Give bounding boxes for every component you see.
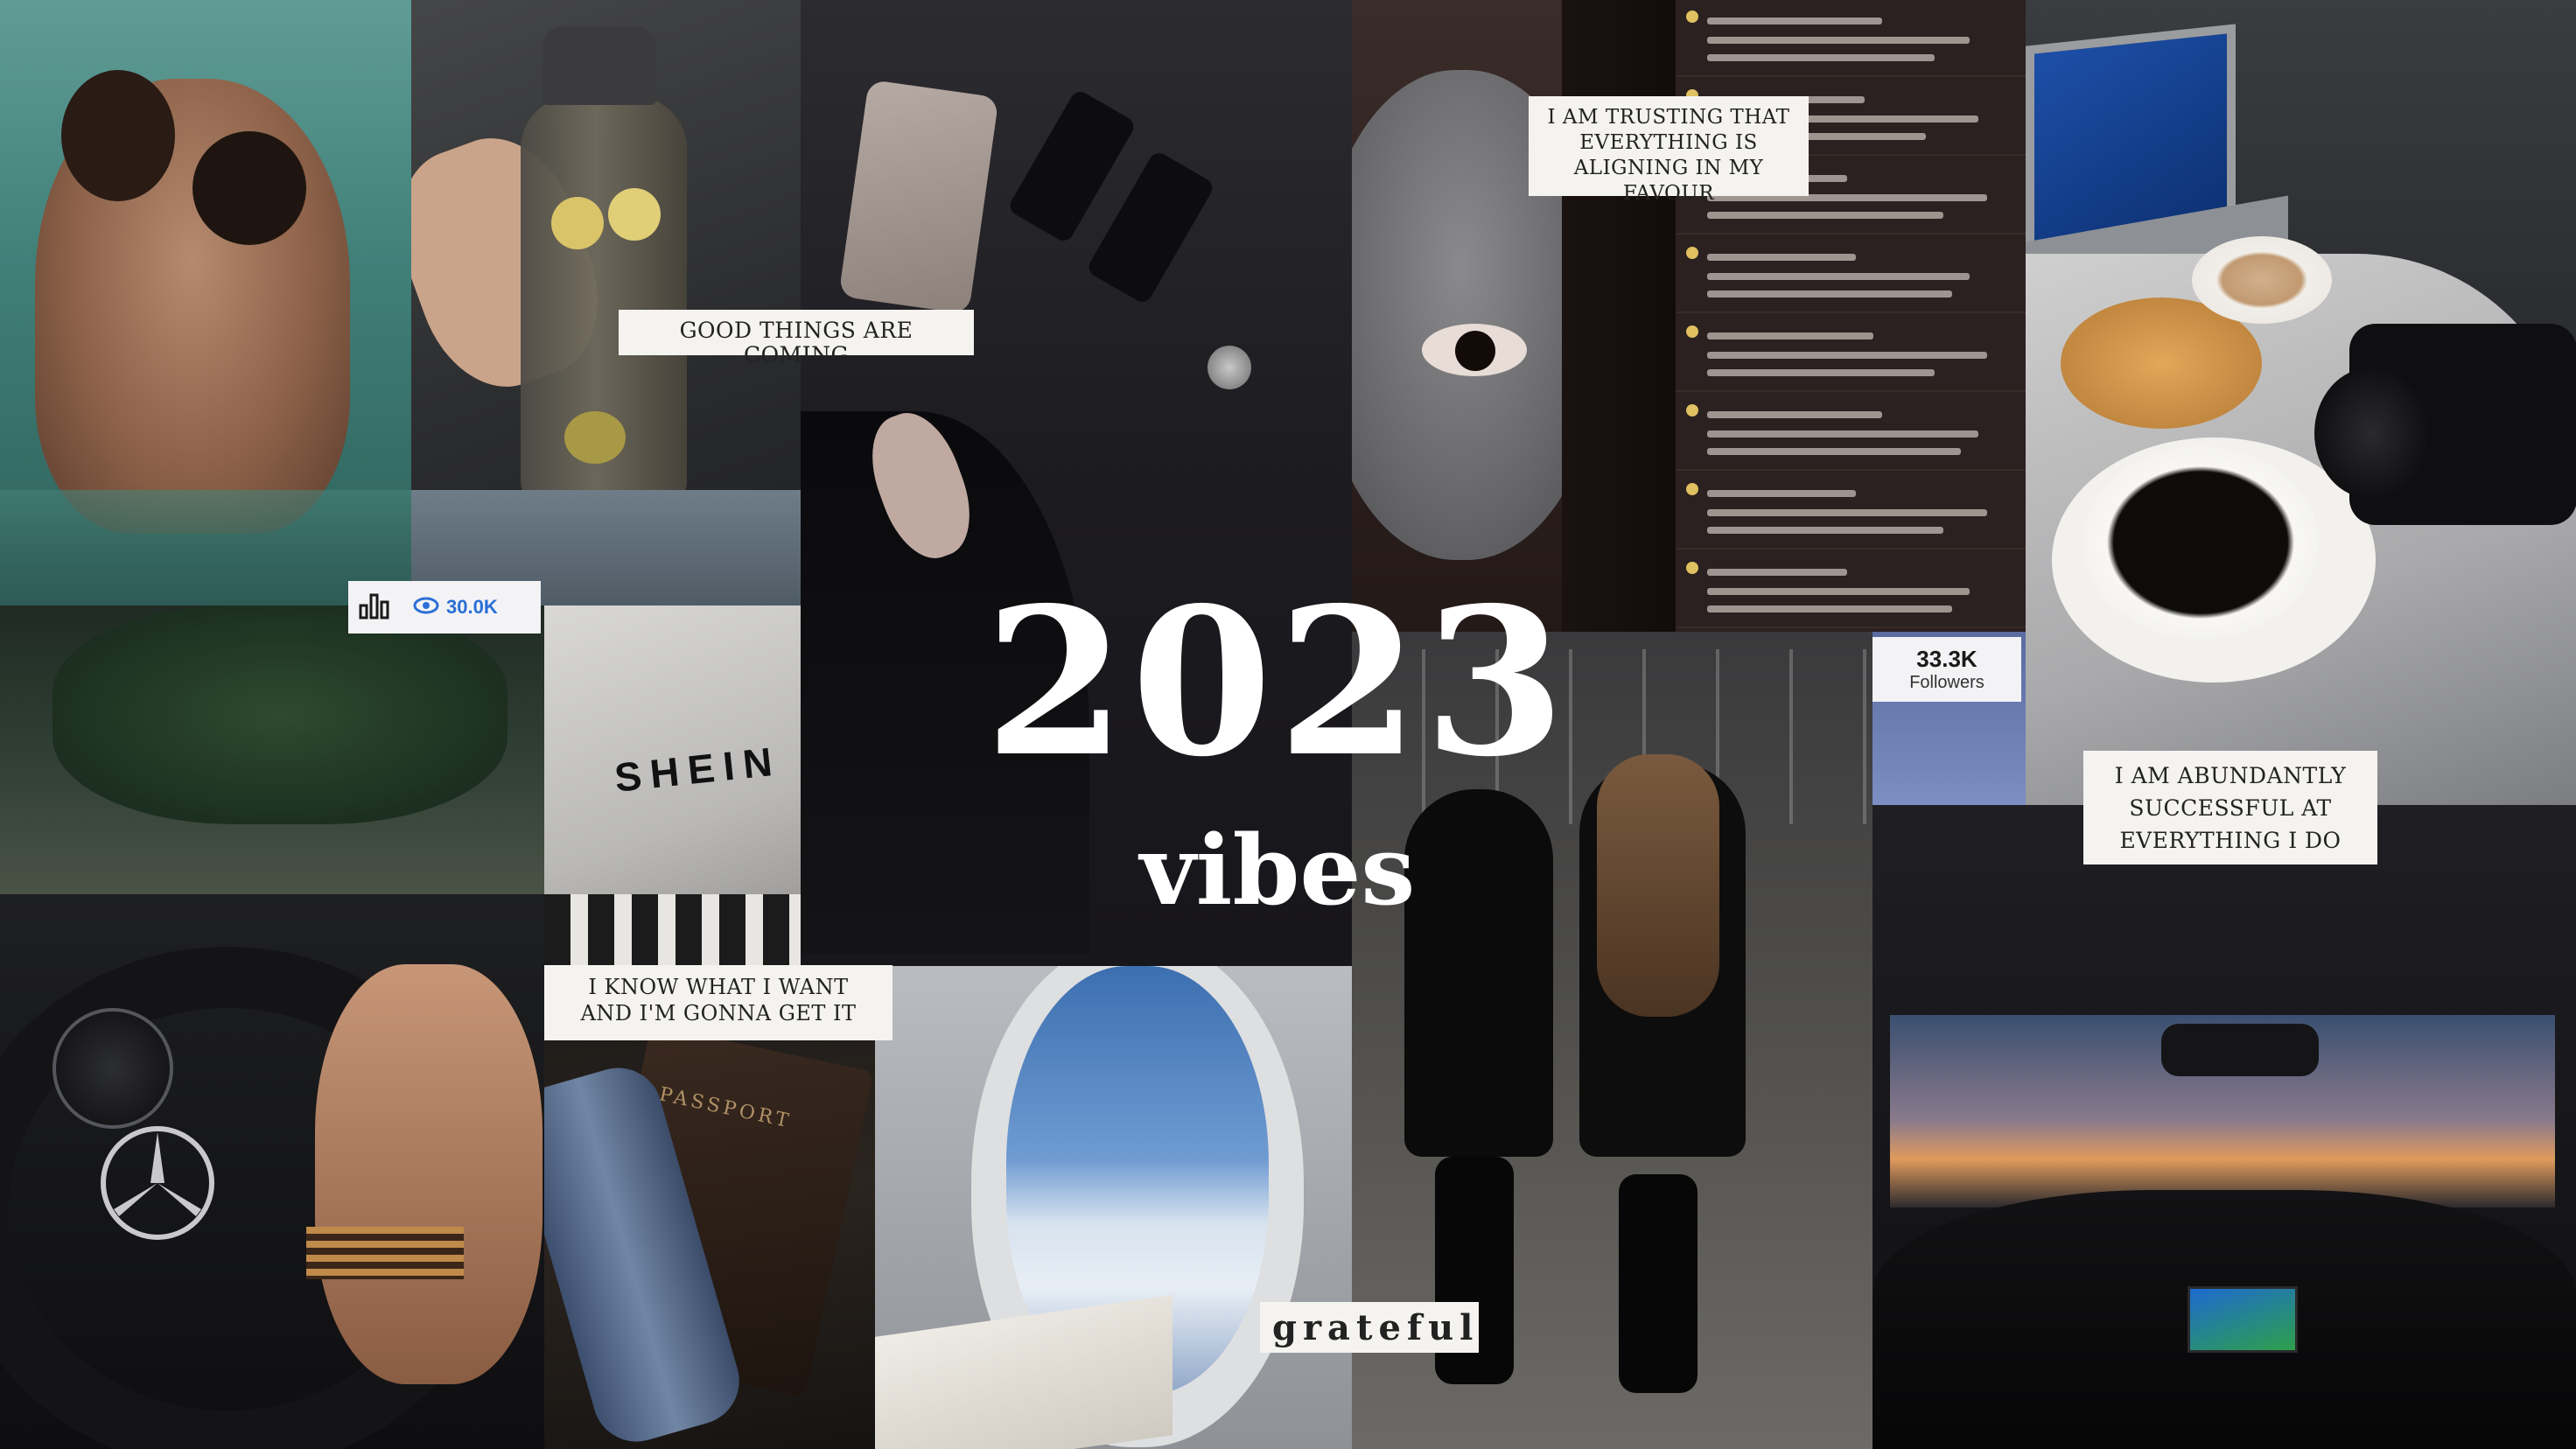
bag-brand-label: SHEIN — [612, 738, 783, 801]
views-stat-badge: 30.0K — [348, 581, 541, 634]
followers-stat-badge: 33.3K Followers — [1872, 637, 2021, 702]
foliage-shape — [52, 606, 508, 824]
hair-shape — [1597, 754, 1719, 1017]
boots-shape — [1619, 1174, 1698, 1393]
photo-sunset-drive — [1872, 805, 2576, 1449]
metal-disc — [1208, 346, 1251, 389]
photo-face-mask — [1352, 0, 1676, 632]
notification-item — [1676, 551, 2026, 628]
mercedes-logo-icon — [96, 1122, 219, 1249]
photo-shein-bag: SHEIN — [544, 606, 801, 966]
lemon-slice — [564, 411, 626, 464]
caption-know-what-i-want: I KNOW WHAT I WANT AND I'M GONNA GET IT — [544, 965, 892, 1040]
bracelets — [306, 1227, 464, 1279]
black-coffee-cup — [2082, 446, 2319, 639]
followers-count: 33.3K — [1916, 646, 1978, 672]
hair-shape — [1562, 0, 1676, 632]
lemon-slice — [551, 197, 604, 249]
shoe-shape — [544, 894, 801, 966]
caption-good-things-coming: GOOD THINGS ARE COMING — [619, 310, 974, 368]
photo-laptop-coffee — [2026, 0, 2576, 805]
notification-item — [1676, 472, 2026, 550]
photo-order-notifications — [1676, 0, 2026, 632]
views-count: 30.0K — [446, 596, 498, 618]
photo-couple-in-pool — [0, 0, 411, 606]
title-vibes: vibes — [1139, 814, 1416, 927]
latte-cup — [2192, 236, 2332, 324]
dashboard-gauge — [52, 1008, 173, 1129]
caption-trusting-aligning: I AM TRUSTING THAT EVERYTHING IS ALIGNIN… — [1529, 96, 1809, 205]
photo-water-bottle — [411, 0, 801, 606]
hand-with-bracelets — [315, 964, 542, 1384]
towel-shape — [838, 79, 999, 315]
caption-grateful: grateful — [1260, 1302, 1479, 1353]
lemon-slice — [608, 188, 661, 241]
photo-mercedes-steering-wheel — [0, 894, 544, 1449]
eye-icon — [413, 597, 439, 619]
notification-item — [1676, 315, 2026, 392]
notification-item — [1676, 394, 2026, 471]
photo-airplane-window — [875, 966, 1352, 1449]
notification-item — [1676, 0, 2026, 77]
book-shape — [875, 1295, 1172, 1449]
bottle-cap — [542, 26, 656, 105]
rearview-mirror — [2161, 1024, 2319, 1076]
hair-shape — [61, 70, 175, 201]
notification-item — [1676, 236, 2026, 313]
hair-shape — [192, 131, 306, 245]
bar-chart-icon — [359, 592, 390, 624]
followers-label: Followers — [1909, 673, 1984, 692]
eye-iris — [1455, 331, 1495, 371]
title-year: 2023 — [984, 563, 1571, 802]
caption-abundantly-successful: I AM ABUNDANTLY SUCCESSFUL AT EVERYTHING… — [2083, 751, 2377, 864]
photo-window-plants — [0, 606, 544, 894]
camera-lens — [2314, 368, 2428, 499]
navigation-screen — [2188, 1286, 2298, 1353]
